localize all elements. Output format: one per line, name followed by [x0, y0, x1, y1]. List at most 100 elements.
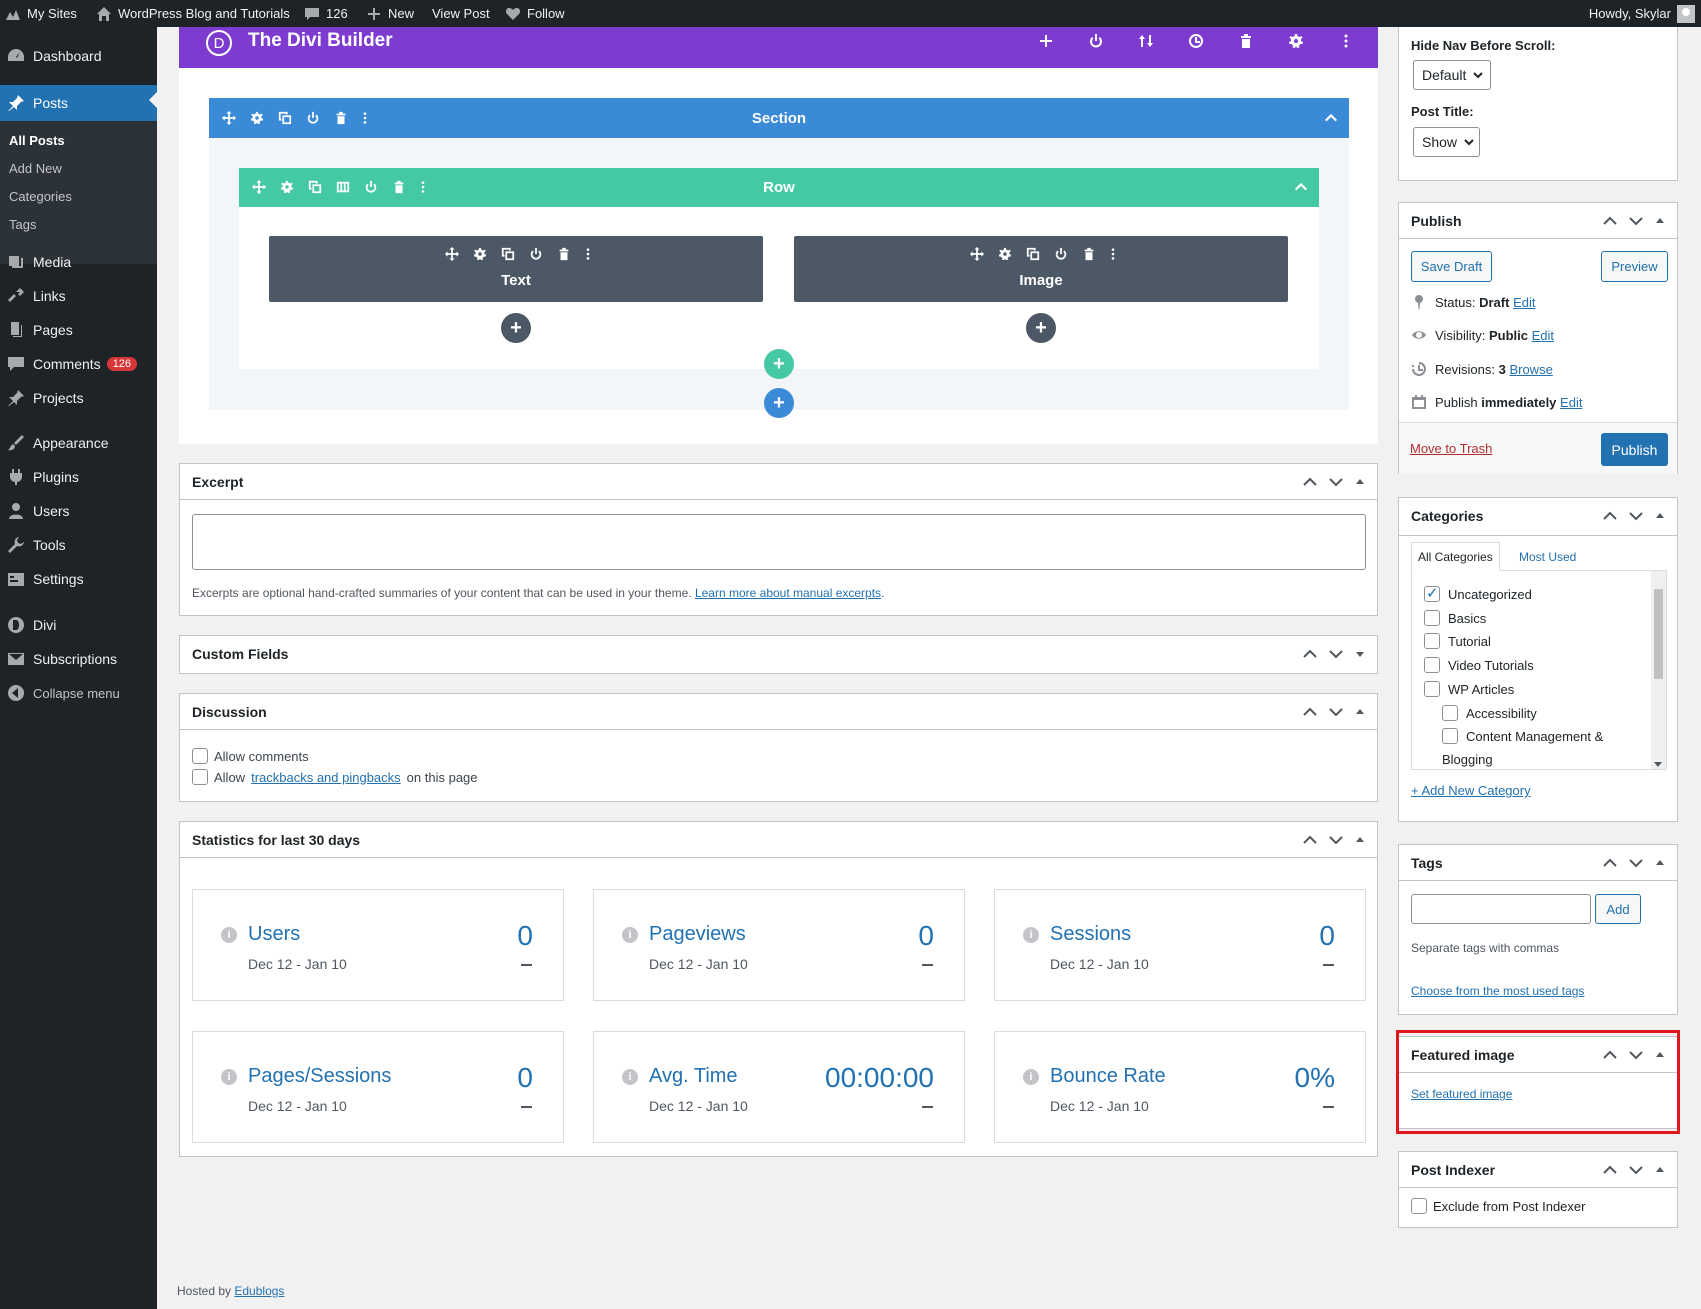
move-up-icon[interactable] — [1601, 507, 1619, 525]
move-up-icon[interactable] — [1601, 854, 1619, 872]
menu-subscriptions[interactable]: Subscriptions — [0, 644, 157, 674]
menu-appearance[interactable]: Appearance — [0, 428, 157, 458]
add-new-category-link[interactable]: + Add New Category — [1411, 783, 1531, 798]
move-icon[interactable] — [967, 244, 987, 264]
publish-button[interactable]: Publish — [1601, 433, 1668, 466]
category-item[interactable]: WP Articles — [1424, 681, 1514, 697]
post-title-select[interactable]: Show — [1413, 127, 1480, 157]
duplicate-icon[interactable] — [498, 244, 518, 264]
toggle-panel-icon[interactable] — [1653, 854, 1667, 872]
save-draft-button[interactable]: Save Draft — [1411, 251, 1492, 282]
toggle-panel-icon[interactable] — [1353, 831, 1367, 849]
category-item[interactable]: Tutorial — [1424, 633, 1491, 649]
excerpt-textarea[interactable] — [192, 514, 1366, 570]
category-checkbox[interactable] — [1424, 633, 1440, 649]
settings-gear-icon[interactable] — [470, 244, 490, 264]
info-icon[interactable]: i — [1023, 1069, 1039, 1085]
edit-date-link[interactable]: Edit — [1560, 395, 1582, 410]
menu-dashboard[interactable]: Dashboard — [0, 41, 157, 71]
category-checkbox[interactable] — [1424, 610, 1440, 626]
scrollbar[interactable] — [1651, 571, 1666, 769]
hide-nav-select[interactable]: Default — [1413, 60, 1491, 90]
toggle-panel-icon[interactable] — [1353, 473, 1367, 491]
history-icon[interactable] — [1185, 30, 1207, 52]
edit-status-link[interactable]: Edit — [1513, 295, 1535, 310]
move-icon[interactable] — [442, 244, 462, 264]
submenu-categories[interactable]: Categories — [9, 189, 72, 204]
toggle-panel-icon[interactable] — [1653, 212, 1667, 230]
category-checkbox[interactable] — [1442, 728, 1458, 744]
add-tag-button[interactable]: Add — [1595, 894, 1641, 924]
category-item[interactable]: Basics — [1424, 610, 1486, 626]
move-down-icon[interactable] — [1627, 1161, 1645, 1179]
my-account-link[interactable]: Howdy, Skylar — [1589, 0, 1695, 27]
menu-comments[interactable]: Comments 126 — [0, 349, 157, 379]
my-sites-link[interactable]: My Sites — [5, 0, 77, 27]
site-name-link[interactable]: WordPress Blog and Tutorials — [96, 0, 290, 27]
more-options-icon[interactable] — [1103, 244, 1123, 264]
trash-icon[interactable] — [554, 244, 574, 264]
category-item[interactable]: Content Management & — [1442, 728, 1603, 744]
chevron-up-icon[interactable] — [1321, 108, 1341, 128]
move-up-icon[interactable] — [1601, 1161, 1619, 1179]
move-up-icon[interactable] — [1301, 703, 1319, 721]
info-icon[interactable]: i — [221, 1069, 237, 1085]
category-item[interactable]: Uncategorized — [1424, 584, 1532, 602]
view-post-link[interactable]: View Post — [432, 0, 490, 27]
menu-posts[interactable]: Posts — [0, 85, 157, 121]
move-down-icon[interactable] — [1627, 212, 1645, 230]
chevron-up-icon[interactable] — [1291, 177, 1311, 197]
sort-icon[interactable] — [1135, 30, 1157, 52]
module-image[interactable]: Image — [794, 236, 1288, 302]
category-item[interactable]: Video Tutorials — [1424, 657, 1534, 673]
add-layout-icon[interactable] — [1035, 30, 1057, 52]
submenu-add-new[interactable]: Add New — [9, 161, 62, 176]
module-text[interactable]: Text — [269, 236, 763, 302]
power-icon[interactable] — [1051, 244, 1071, 264]
allow-comments-checkbox[interactable] — [192, 748, 208, 764]
trash-icon[interactable] — [1079, 244, 1099, 264]
menu-plugins[interactable]: Plugins — [0, 462, 157, 492]
tab-most-used[interactable]: Most Used — [1513, 542, 1582, 571]
allow-pingbacks-checkbox[interactable] — [192, 769, 208, 785]
edublogs-link[interactable]: Edublogs — [234, 1284, 284, 1298]
scrollbar-thumb[interactable] — [1654, 589, 1663, 679]
submenu-all-posts[interactable]: All Posts — [9, 133, 65, 148]
new-content-link[interactable]: New — [366, 0, 414, 27]
move-up-icon[interactable] — [1601, 212, 1619, 230]
move-down-icon[interactable] — [1627, 507, 1645, 525]
exclude-indexer-checkbox[interactable] — [1411, 1198, 1427, 1214]
more-options-icon[interactable] — [1335, 30, 1357, 52]
new-tag-input[interactable] — [1411, 894, 1591, 924]
move-up-icon[interactable] — [1301, 645, 1319, 663]
move-down-icon[interactable] — [1627, 854, 1645, 872]
move-down-icon[interactable] — [1327, 703, 1345, 721]
tab-all-categories[interactable]: All Categories — [1411, 542, 1500, 571]
move-down-icon[interactable] — [1327, 831, 1345, 849]
trash-icon[interactable] — [1235, 30, 1257, 52]
toggle-panel-icon[interactable] — [1653, 1161, 1667, 1179]
category-checkbox[interactable] — [1424, 681, 1440, 697]
info-icon[interactable]: i — [622, 1069, 638, 1085]
learn-more-excerpts-link[interactable]: Learn more about manual excerpts — [695, 586, 881, 600]
menu-media[interactable]: Media — [0, 247, 157, 277]
info-icon[interactable]: i — [221, 927, 237, 943]
menu-divi[interactable]: Divi — [0, 610, 157, 640]
category-checkbox[interactable] — [1442, 705, 1458, 721]
follow-link[interactable]: Follow — [505, 0, 565, 27]
add-section-button[interactable]: + — [764, 388, 794, 418]
scroll-down-icon[interactable] — [1654, 762, 1662, 767]
toggle-panel-icon[interactable] — [1653, 507, 1667, 525]
category-item[interactable]: Accessibility — [1442, 705, 1537, 721]
toggle-panel-icon[interactable] — [1353, 703, 1367, 721]
collapse-menu-button[interactable]: Collapse menu — [0, 678, 157, 708]
move-down-icon[interactable] — [1327, 473, 1345, 491]
move-down-icon[interactable] — [1327, 645, 1345, 663]
trackbacks-link[interactable]: trackbacks and pingbacks — [251, 770, 401, 785]
add-module-button[interactable]: + — [501, 313, 531, 343]
browse-revisions-link[interactable]: Browse — [1509, 362, 1552, 377]
power-icon[interactable] — [1085, 30, 1107, 52]
category-checkbox[interactable] — [1424, 657, 1440, 673]
comments-link[interactable]: 126 — [304, 0, 348, 27]
more-options-icon[interactable] — [578, 244, 598, 264]
